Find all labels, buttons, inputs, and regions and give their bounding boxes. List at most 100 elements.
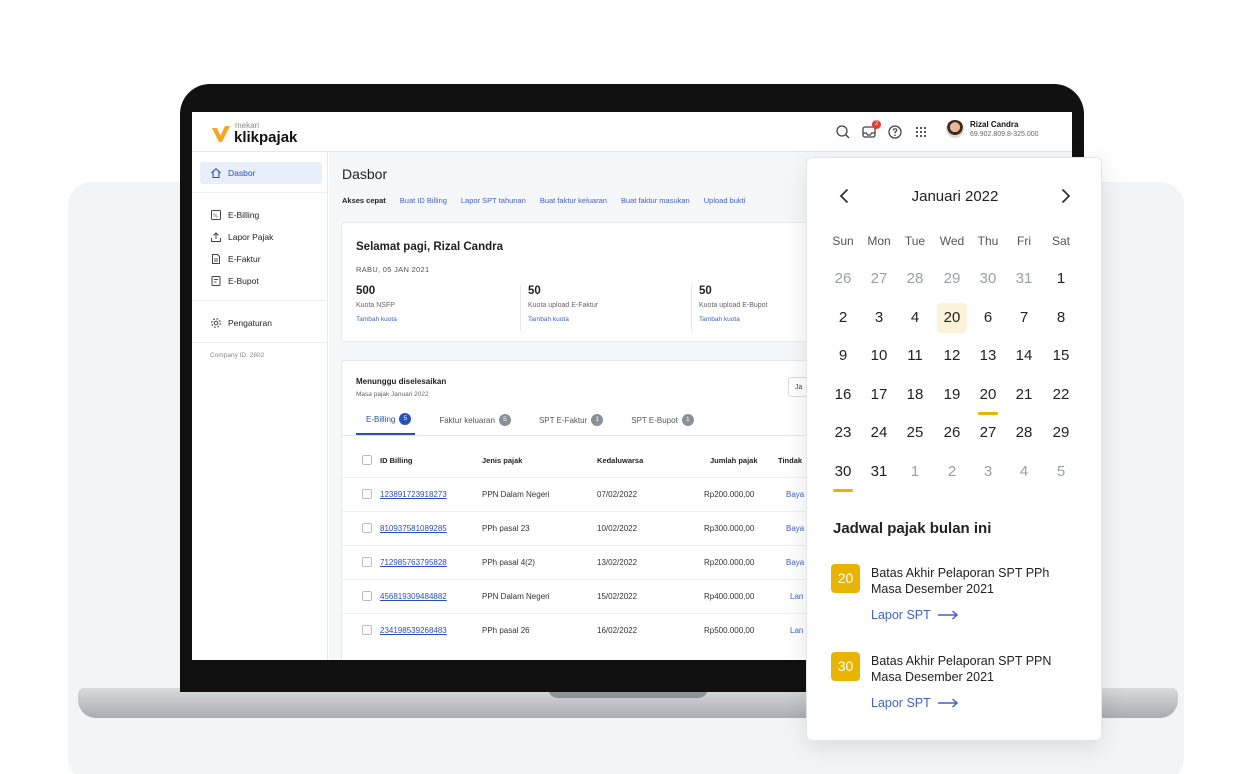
logo[interactable]: mekari klikpajak bbox=[210, 122, 297, 145]
sidebar-item-e-billing[interactable]: % E-Billing bbox=[200, 204, 322, 226]
quick-link-upload-bukti[interactable]: Upload bukti bbox=[704, 196, 746, 205]
calendar-day[interactable]: 27 bbox=[864, 264, 894, 294]
calendar-day[interactable]: 10 bbox=[864, 341, 894, 371]
tab-spt-e-faktur[interactable]: SPT E-Faktur 1 bbox=[529, 413, 607, 435]
expiry-date: 15/02/2022 bbox=[597, 592, 638, 601]
row-checkbox[interactable] bbox=[362, 625, 372, 635]
row-checkbox[interactable] bbox=[362, 591, 372, 601]
calendar-day[interactable]: 1 bbox=[900, 457, 930, 487]
sidebar-item-e-faktur[interactable]: E-Faktur bbox=[200, 248, 322, 270]
calendar-day[interactable]: 25 bbox=[900, 418, 930, 448]
tab-spt-e-bupot[interactable]: SPT E-Bupot 1 bbox=[621, 413, 698, 435]
calendar-day[interactable]: 21 bbox=[1009, 380, 1039, 410]
tab-faktur-keluaran[interactable]: Faktur keluaran 5 bbox=[429, 413, 515, 435]
tax-amount: Rp500.000,00 bbox=[704, 626, 755, 635]
calendar-day[interactable]: 26 bbox=[828, 264, 858, 294]
tax-amount: Rp400.000,00 bbox=[704, 592, 755, 601]
gear-icon bbox=[211, 318, 221, 328]
upload-icon bbox=[211, 232, 221, 242]
quick-link-buat-id-billing[interactable]: Buat ID Billing bbox=[400, 196, 447, 205]
help-icon[interactable] bbox=[887, 124, 903, 140]
calendar-day[interactable]: 29 bbox=[937, 264, 967, 294]
billing-id-link[interactable]: 123891723918273 bbox=[380, 490, 447, 499]
tab-e-billing[interactable]: E-Billing 5 bbox=[356, 413, 416, 435]
row-checkbox[interactable] bbox=[362, 489, 372, 499]
row-action[interactable]: Lan bbox=[790, 592, 803, 601]
row-action[interactable]: Baya bbox=[786, 524, 804, 533]
calendar-day[interactable]: 5 bbox=[1046, 457, 1076, 487]
lapor-spt-link[interactable]: Lapor SPT bbox=[871, 608, 959, 622]
calendar-day[interactable]: 19 bbox=[937, 380, 967, 410]
calendar-day[interactable]: 11 bbox=[900, 341, 930, 371]
calendar-day[interactable]: 31 bbox=[864, 457, 894, 487]
quick-link-buat-faktur-keluaran[interactable]: Buat faktur keluaran bbox=[540, 196, 607, 205]
stat-label: Kuota NSFP bbox=[356, 302, 395, 309]
quick-link-lapor-spt-tahunan[interactable]: Lapor SPT tahunan bbox=[461, 196, 526, 205]
calendar-day[interactable]: 18 bbox=[900, 380, 930, 410]
calendar-day[interactable]: 22 bbox=[1046, 380, 1076, 410]
quick-access-bar: Akses cepat Buat ID Billing Lapor SPT ta… bbox=[342, 196, 745, 205]
calendar-day[interactable]: 28 bbox=[900, 264, 930, 294]
row-action[interactable]: Baya bbox=[786, 558, 804, 567]
billing-id-link[interactable]: 712985763795828 bbox=[380, 558, 447, 567]
billing-id-link[interactable]: 234198539268483 bbox=[380, 626, 447, 635]
next-month-button[interactable] bbox=[1055, 186, 1075, 206]
calendar-day[interactable]: 7 bbox=[1009, 303, 1039, 333]
calendar-day[interactable]: 17 bbox=[864, 380, 894, 410]
col-jumlah-pajak: Jumlah pajak bbox=[710, 456, 758, 465]
tax-amount: Rp200.000,00 bbox=[704, 558, 755, 567]
calendar-day[interactable]: 3 bbox=[864, 303, 894, 333]
sidebar-item-pengaturan[interactable]: Pengaturan bbox=[200, 312, 322, 334]
lapor-spt-link[interactable]: Lapor SPT bbox=[871, 696, 959, 710]
calendar-day[interactable]: 14 bbox=[1009, 341, 1039, 371]
calendar-day[interactable]: 15 bbox=[1046, 341, 1076, 371]
calendar-day[interactable]: 4 bbox=[900, 303, 930, 333]
notification-button[interactable]: 2 bbox=[861, 120, 881, 140]
current-date: RABU, 05 JAN 2021 bbox=[356, 265, 430, 274]
calendar-day[interactable]: 31 bbox=[1009, 264, 1039, 294]
calendar-day[interactable]: 8 bbox=[1046, 303, 1076, 333]
calendar-day[interactable]: 9 bbox=[828, 341, 858, 371]
apps-grid-icon[interactable] bbox=[913, 124, 929, 140]
calendar-day[interactable]: 23 bbox=[828, 418, 858, 448]
stat-label: Kuota upload E-Faktur bbox=[528, 302, 599, 309]
billing-id-link[interactable]: 810937581089285 bbox=[380, 524, 447, 533]
calendar-day[interactable]: 26 bbox=[937, 418, 967, 448]
calendar-day[interactable]: 29 bbox=[1046, 418, 1076, 448]
calendar-day[interactable]: 2 bbox=[937, 457, 967, 487]
receipt-icon bbox=[211, 276, 221, 286]
calendar-day[interactable]: 2 bbox=[828, 303, 858, 333]
calendar-day[interactable]: 16 bbox=[828, 380, 858, 410]
sidebar-item-e-bupot[interactable]: E-Bupot bbox=[200, 270, 322, 292]
calendar-day[interactable]: 12 bbox=[937, 341, 967, 371]
calendar-day[interactable]: 3 bbox=[973, 457, 1003, 487]
row-checkbox[interactable] bbox=[362, 523, 372, 533]
calendar-day[interactable]: 1 bbox=[1046, 264, 1076, 294]
user-menu[interactable]: Rizal Candra 69.902.809.8-325.000 bbox=[946, 120, 1039, 138]
calendar-day[interactable]: 30 bbox=[973, 264, 1003, 294]
calendar-day[interactable]: 20 bbox=[937, 303, 967, 333]
calendar-day[interactable]: 6 bbox=[973, 303, 1003, 333]
calendar-day[interactable]: 27 bbox=[973, 418, 1003, 448]
sidebar-item-lapor-pajak[interactable]: Lapor Pajak bbox=[200, 226, 322, 248]
select-all-checkbox[interactable] bbox=[362, 455, 372, 465]
sidebar-item-dasbor[interactable]: Dasbor bbox=[200, 162, 322, 184]
add-quota-link[interactable]: Tambah kuota bbox=[528, 316, 688, 323]
row-action[interactable]: Lan bbox=[790, 626, 803, 635]
search-icon[interactable] bbox=[835, 124, 851, 140]
tax-type: PPN Dalam Negeri bbox=[482, 490, 550, 499]
row-action[interactable]: Baya bbox=[786, 490, 804, 499]
top-icons: 2 bbox=[835, 120, 929, 140]
calendar-day[interactable]: 24 bbox=[864, 418, 894, 448]
add-quota-link[interactable]: Tambah kuota bbox=[356, 316, 516, 323]
calendar-day[interactable]: 20 bbox=[973, 380, 1003, 415]
lapor-spt-label: Lapor SPT bbox=[871, 608, 931, 622]
billing-id-link[interactable]: 456819309484882 bbox=[380, 592, 447, 601]
calendar-day[interactable]: 13 bbox=[973, 341, 1003, 371]
tab-count: 5 bbox=[498, 414, 511, 426]
calendar-day[interactable]: 30 bbox=[828, 457, 858, 492]
calendar-day[interactable]: 4 bbox=[1009, 457, 1039, 487]
row-checkbox[interactable] bbox=[362, 557, 372, 567]
quick-link-buat-faktur-masukan[interactable]: Buat faktur masukan bbox=[621, 196, 690, 205]
calendar-day[interactable]: 28 bbox=[1009, 418, 1039, 448]
